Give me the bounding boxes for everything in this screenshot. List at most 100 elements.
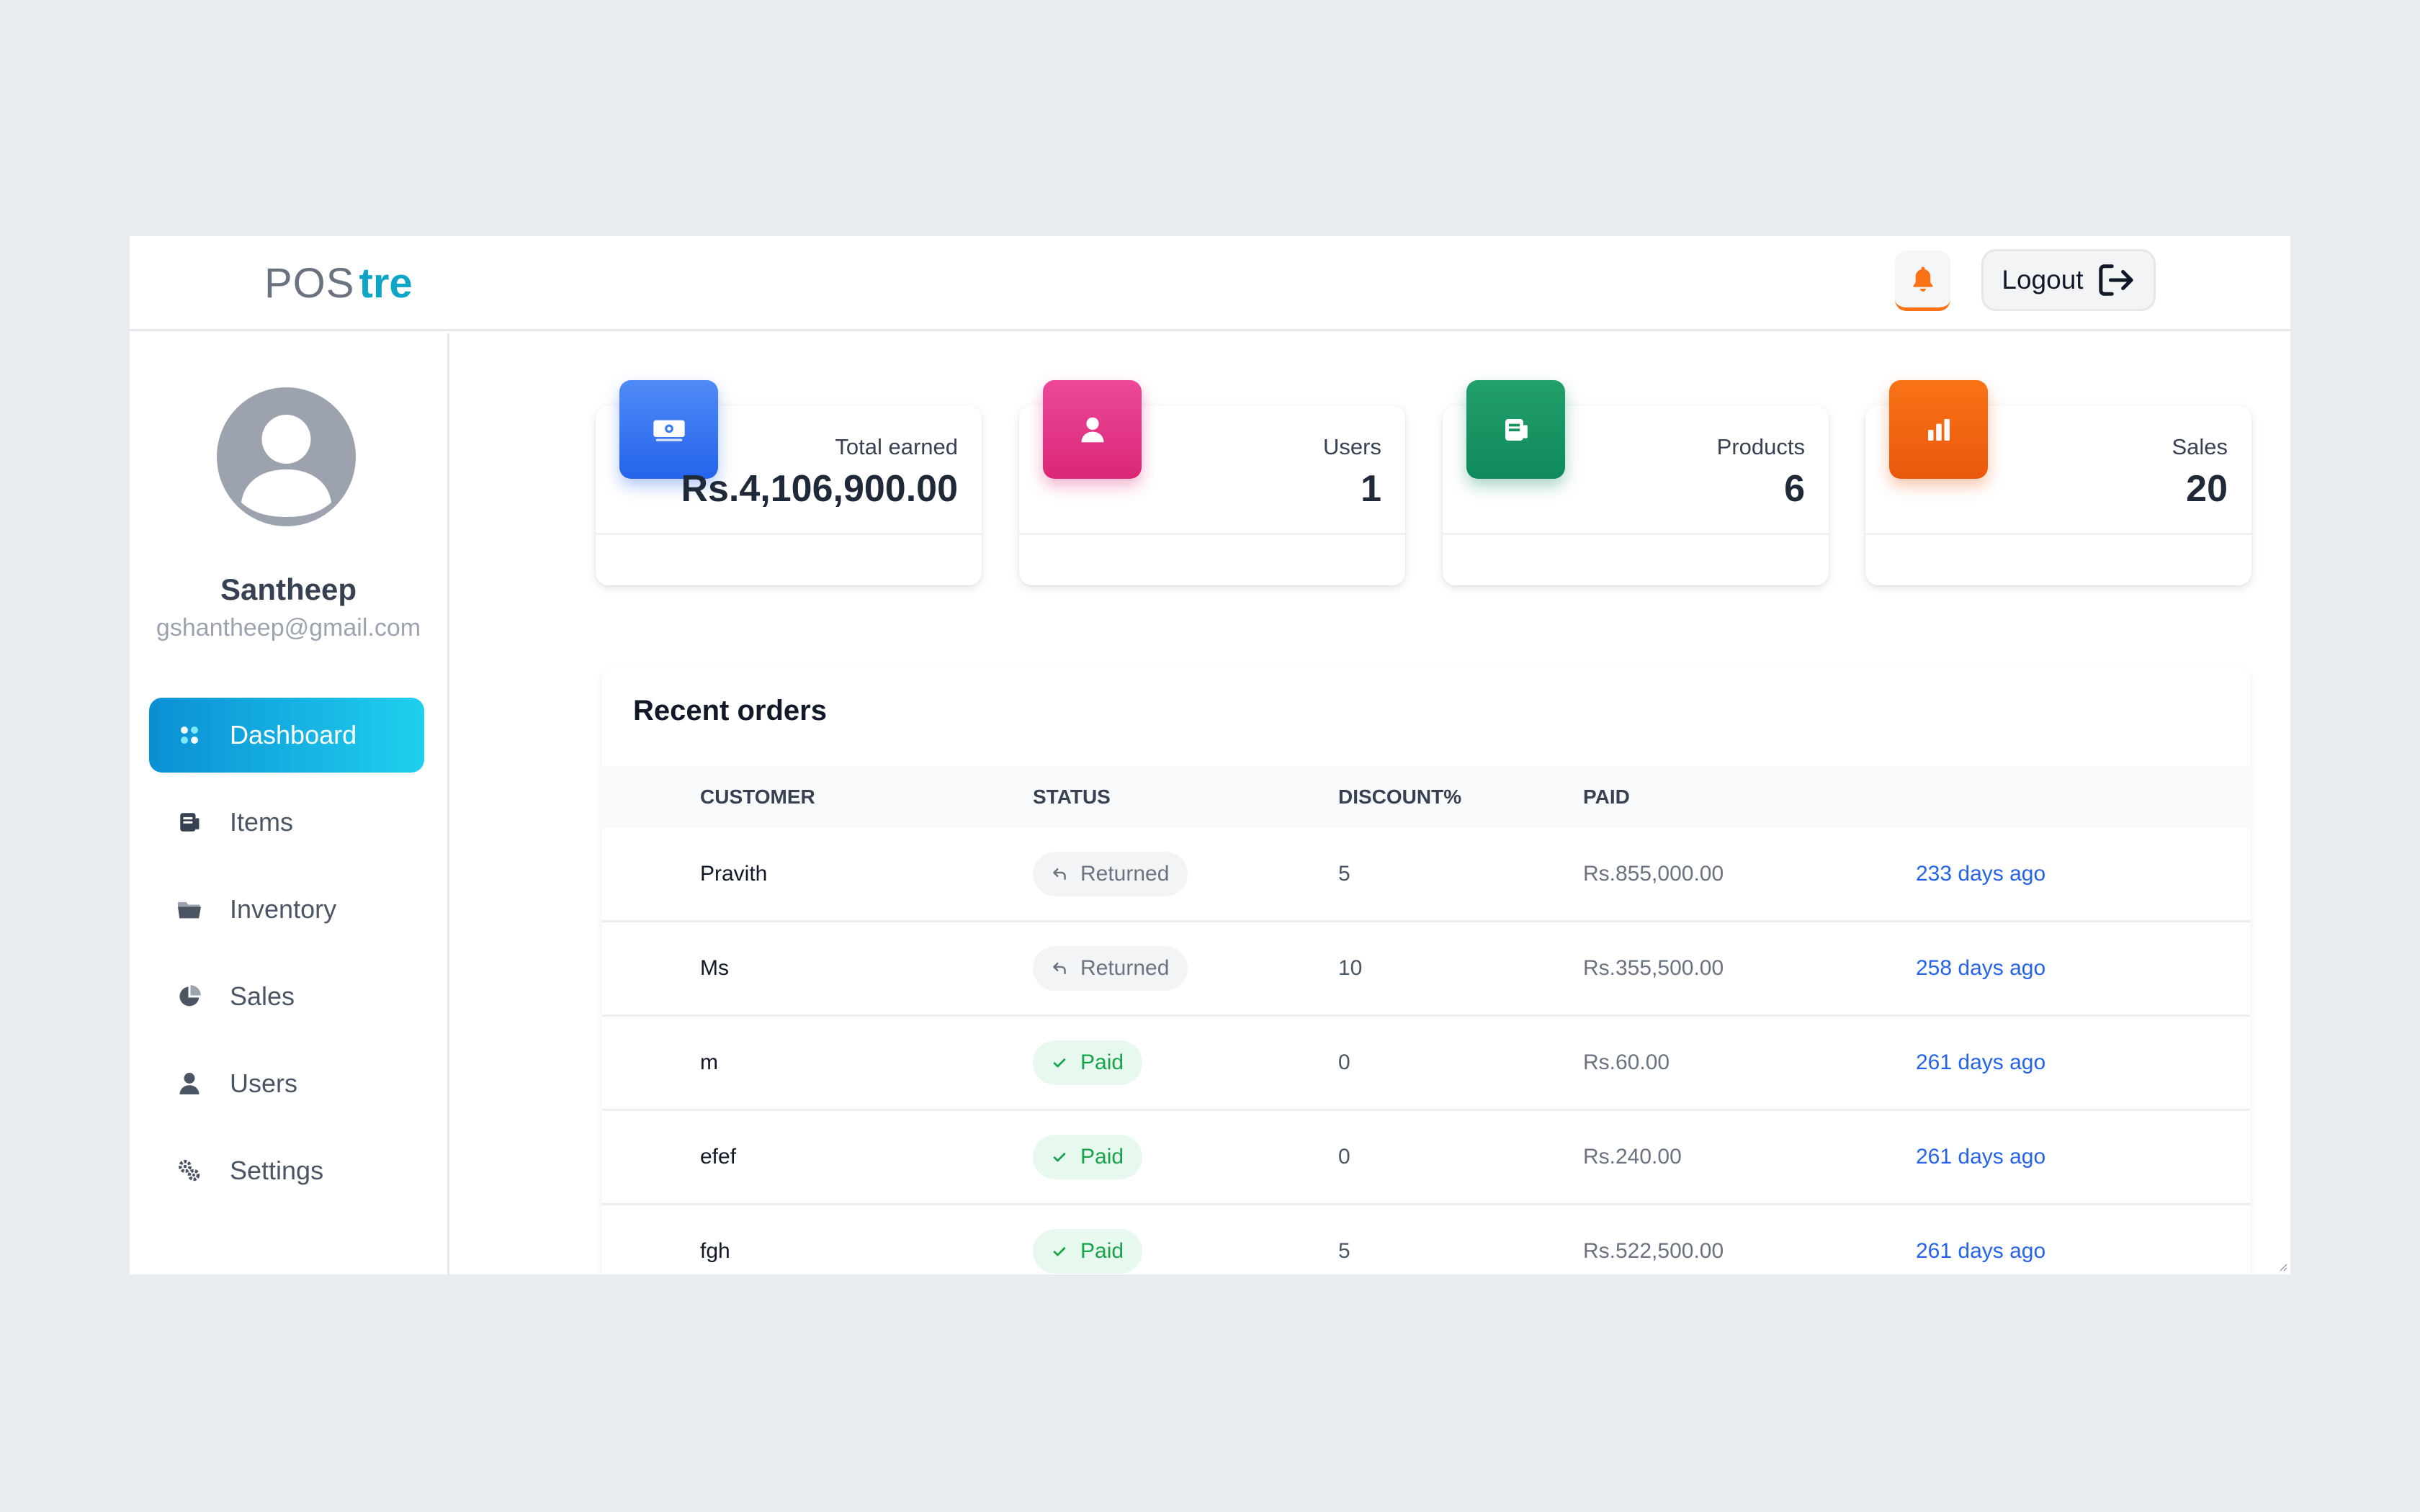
sidebar-item-sales[interactable]: Sales (149, 959, 424, 1034)
table-row[interactable]: m Paid 0 Rs.60.00 261 days ago (602, 1017, 2250, 1111)
avatar-placeholder-icon (241, 415, 331, 517)
discount-cell: 0 (1338, 1050, 1350, 1074)
customer-cell: m (700, 1050, 718, 1074)
stat-card-total-earned: Total earned Rs.4,106,900.00 (596, 380, 982, 585)
pie-chart-icon (175, 982, 204, 1011)
customer-cell: efef (700, 1145, 737, 1169)
paid-cell: Rs.355,500.00 (1583, 956, 1724, 980)
resize-grip-icon[interactable] (2277, 1261, 2287, 1272)
products-icon (1466, 380, 1565, 479)
status-badge: Returned (1033, 852, 1188, 896)
stat-label: Users (1323, 434, 1381, 459)
order-time-link[interactable]: 233 days ago (1916, 828, 2045, 920)
recent-orders-title: Recent orders (633, 695, 827, 726)
status-label: Paid (1080, 1050, 1124, 1074)
table-row[interactable]: Ms Returned 10 Rs.355,500.00 258 days ag… (602, 922, 2250, 1017)
customer-cell: fgh (700, 1239, 730, 1263)
main-content: Total earned Rs.4,106,900.00 Users 1 Pro… (452, 333, 2290, 1274)
notifications-button[interactable] (1895, 251, 1950, 311)
user-icon (1043, 380, 1142, 479)
paid-cell: Rs.522,500.00 (1583, 1239, 1724, 1263)
folder-icon (175, 895, 204, 924)
discount-cell: 5 (1338, 862, 1350, 886)
settings-icon (175, 1156, 204, 1185)
stat-value: 20 (2186, 468, 2228, 510)
customer-cell: Ms (700, 956, 729, 980)
status-label: Paid (1080, 1239, 1124, 1263)
stat-value: Rs.4,106,900.00 (681, 468, 958, 510)
return-icon (1053, 868, 1066, 881)
column-header-customer[interactable]: CUSTOMER (700, 766, 815, 828)
app-window: POS tre Logout Santheep gshantheep@gmail.… (130, 236, 2290, 1274)
column-header-status[interactable]: STATUS (1033, 766, 1111, 828)
status-label: Paid (1080, 1145, 1124, 1169)
avatar[interactable] (217, 387, 356, 526)
sidebar-item-dashboard[interactable]: Dashboard (149, 698, 424, 773)
app-logo[interactable]: POS tre (264, 258, 413, 310)
check-icon (1053, 1058, 1066, 1068)
sidebar-item-label: Settings (230, 1156, 324, 1185)
order-time-link[interactable]: 258 days ago (1916, 922, 2045, 1014)
table-row[interactable]: efef Paid 0 Rs.240.00 261 days ago (602, 1111, 2250, 1205)
top-header: POS tre Logout (130, 236, 2290, 331)
items-icon (175, 808, 204, 837)
paid-cell: Rs.60.00 (1583, 1050, 1670, 1074)
sidebar-item-label: Users (230, 1068, 298, 1098)
stat-card-divider (1443, 533, 1829, 535)
stat-card-users: Users 1 (1019, 380, 1405, 585)
discount-cell: 10 (1338, 956, 1363, 980)
profile-email: gshantheep@gmail.com (156, 614, 421, 642)
column-header-discount[interactable]: DISCOUNT% (1338, 766, 1461, 828)
status-badge: Paid (1033, 1135, 1143, 1179)
status-label: Returned (1080, 956, 1170, 980)
customer-cell: Pravith (700, 862, 768, 886)
sidebar-item-items[interactable]: Items (149, 785, 424, 860)
order-time-link[interactable]: 261 days ago (1916, 1017, 2045, 1109)
logo-tre-text: tre (359, 260, 413, 307)
stat-card-products: Products 6 (1443, 380, 1829, 585)
stat-label: Sales (2172, 434, 2228, 459)
user-icon (175, 1069, 204, 1098)
logout-label: Logout (2002, 265, 2084, 294)
status-badge: Paid (1033, 1229, 1143, 1274)
stat-card-divider (596, 533, 982, 535)
status-badge: Returned (1033, 946, 1188, 991)
sidebar: Santheep gshantheep@gmail.com Dashboard (130, 333, 449, 1274)
sidebar-item-label: Items (230, 807, 294, 837)
profile-name: Santheep (220, 572, 357, 606)
stat-card-divider (1019, 533, 1405, 535)
sidebar-item-settings[interactable]: Settings (149, 1133, 424, 1208)
status-label: Returned (1080, 862, 1170, 886)
stat-card-sales: Sales 20 (1865, 380, 2251, 585)
column-header-paid[interactable]: PAID (1583, 766, 1630, 828)
bar-chart-icon (1889, 380, 1988, 479)
orders-table-header: CUSTOMER STATUS DISCOUNT% PAID (602, 766, 2250, 828)
stat-value: 6 (1784, 468, 1805, 510)
logo-pos-text: POS (264, 260, 355, 307)
sidebar-item-label: Sales (230, 981, 295, 1011)
recent-orders-card: Recent orders CUSTOMER STATUS DISCOUNT% … (602, 667, 2250, 1274)
bell-icon (1913, 266, 1932, 292)
logout-button[interactable]: Logout (1981, 249, 2156, 311)
status-badge: Paid (1033, 1040, 1143, 1085)
sidebar-item-label: Inventory (230, 894, 337, 924)
table-row[interactable]: Pravith Returned 5 Rs.855,000.00 233 day… (602, 828, 2250, 922)
logout-icon (2098, 264, 2133, 296)
stat-card-divider (1865, 533, 2251, 535)
order-time-link[interactable]: 261 days ago (1916, 1111, 2045, 1203)
sidebar-item-label: Dashboard (230, 720, 357, 750)
table-row[interactable]: fgh Paid 5 Rs.522,500.00 261 days ago (602, 1205, 2250, 1274)
stat-value: 1 (1361, 468, 1381, 510)
sidebar-item-users[interactable]: Users (149, 1046, 424, 1121)
stat-label: Products (1716, 434, 1805, 459)
discount-cell: 0 (1338, 1145, 1350, 1169)
stat-label: Total earned (835, 434, 958, 459)
discount-cell: 5 (1338, 1239, 1350, 1263)
order-time-link[interactable]: 261 days ago (1916, 1205, 2045, 1274)
check-icon (1053, 1247, 1066, 1256)
return-icon (1053, 962, 1066, 975)
sidebar-nav: Dashboard Items Inventory Sales Users Se… (149, 698, 424, 1220)
dashboard-icon (175, 721, 204, 750)
sidebar-item-inventory[interactable]: Inventory (149, 872, 424, 947)
money-icon (619, 380, 718, 479)
